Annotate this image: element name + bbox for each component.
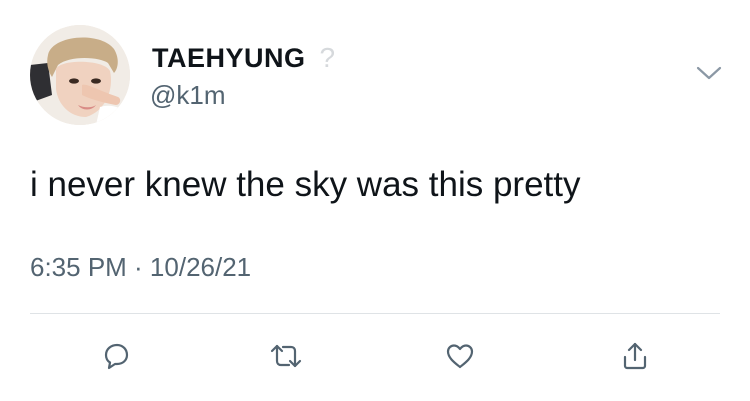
author-name-row[interactable]: TAEHYUNG ? [152, 40, 335, 76]
display-name[interactable]: TAEHYUNG [152, 43, 306, 74]
tweet-timestamp[interactable]: 6:35 PM · 10/26/21 [30, 252, 251, 283]
avatar[interactable] [30, 25, 130, 125]
retweet-arrows-icon [270, 344, 302, 368]
chevron-down-icon[interactable] [695, 63, 723, 83]
unsupported-emoji-icon: ? [319, 42, 336, 73]
reply-button[interactable] [98, 338, 134, 374]
like-button[interactable] [442, 338, 478, 374]
avatar-photo [30, 25, 130, 125]
tweet-text: i never knew the sky was this pretty [30, 165, 581, 204]
speech-bubble-icon [104, 343, 129, 370]
user-handle[interactable]: @k1m [150, 80, 226, 111]
heart-icon [446, 344, 474, 369]
share-button[interactable] [617, 338, 653, 374]
retweet-button[interactable] [268, 338, 304, 374]
divider [30, 313, 720, 314]
share-arrow-icon [623, 342, 647, 370]
